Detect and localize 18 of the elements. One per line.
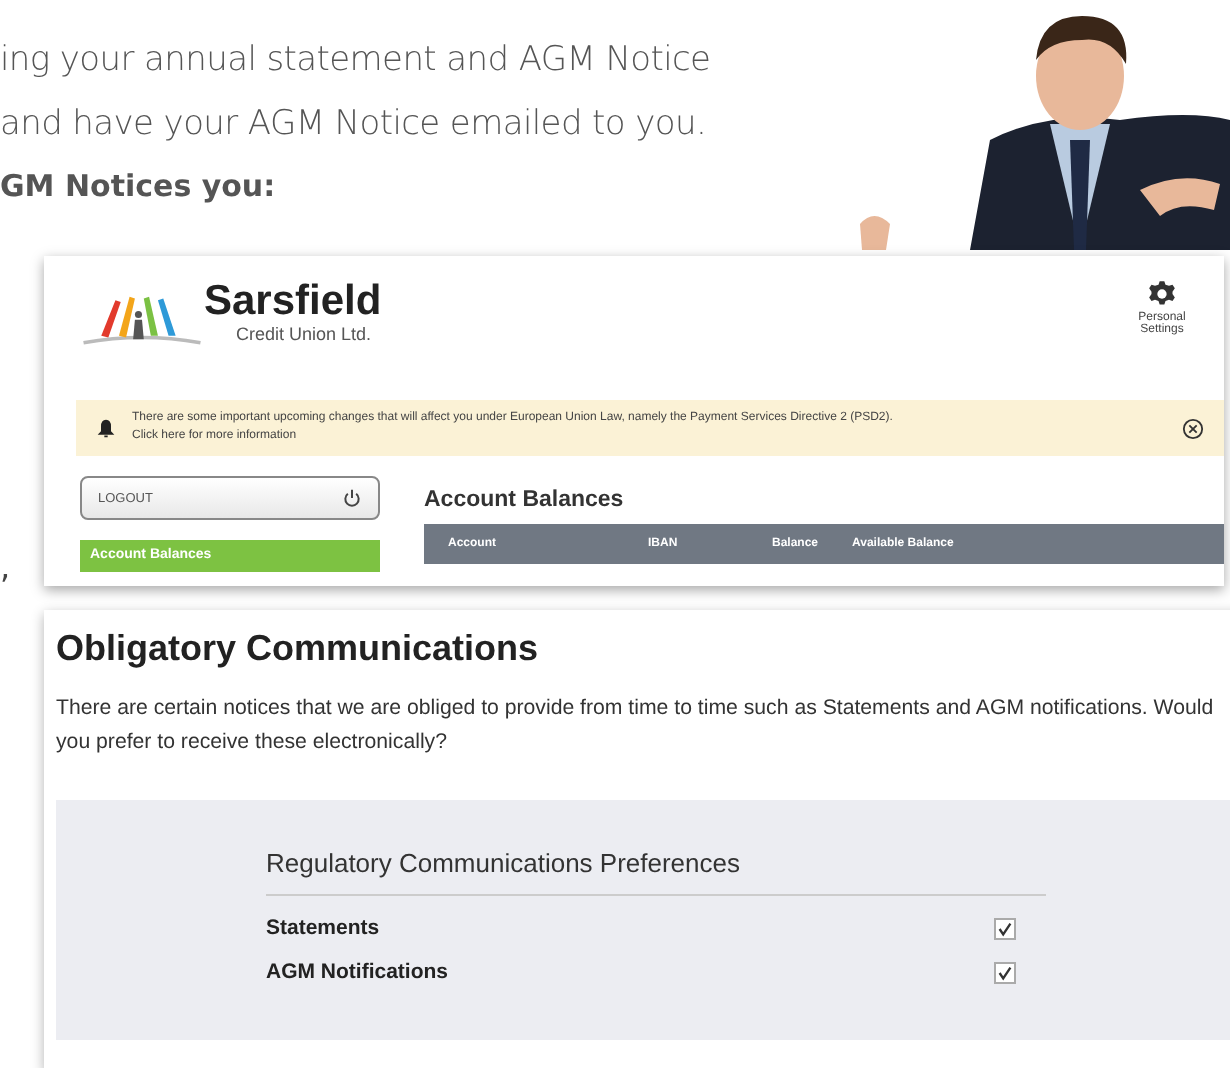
preference-label: Statements — [266, 916, 380, 940]
brand-name: Sarsfield — [204, 280, 382, 324]
section-heading: Account Balances — [424, 488, 626, 512]
checkbox[interactable] — [994, 917, 1016, 939]
intro-text: ing your annual statement and AGM Notice — [0, 38, 713, 84]
close-icon[interactable] — [1182, 417, 1204, 439]
settings-icon — [1148, 280, 1176, 308]
cut-text: , — [0, 548, 13, 586]
intro-subheading: GM Notices you: — [0, 168, 278, 204]
power-icon — [342, 488, 362, 508]
preference-label: AGM Notifications — [266, 960, 448, 984]
page-heading: Obligatory Communications — [54, 626, 541, 670]
description-text: There are certain notices that we are obliged to provide from time to time such as Statements and AGM notifications. Would you prefer to receive these electronically? — [54, 694, 1216, 758]
bell-icon — [96, 418, 116, 438]
intro-text: and have your AGM Notice emailed to you. — [0, 102, 709, 148]
preferences-title: Regulatory Communications Preferences — [266, 848, 1046, 896]
brand-tagline: Credit Union Ltd. — [236, 324, 374, 344]
checkbox[interactable] — [994, 961, 1016, 983]
